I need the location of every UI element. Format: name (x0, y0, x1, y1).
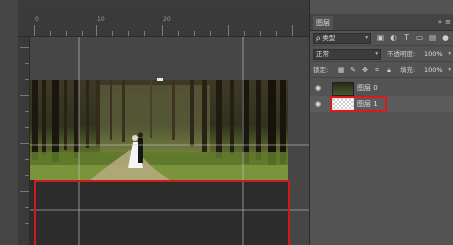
layer-filter-row: ρ 类型 ▾ ▣ ◐ T ▭ ▤ ● (310, 31, 453, 46)
fill-label: 填充: (400, 66, 416, 74)
transform-handle[interactable] (157, 78, 163, 81)
selection-highlight (34, 180, 290, 245)
blend-mode-label: 正常 (316, 50, 329, 58)
panel-menu-icon[interactable]: ≡ (445, 16, 451, 28)
blend-mode-select[interactable]: 正常 ▾ (313, 49, 381, 60)
visibility-eye-icon[interactable]: ◉ (315, 84, 321, 92)
canvas-area[interactable]: 0 10 20 (0, 0, 309, 245)
panel-tab-bar: 图层 » ≡ (310, 14, 453, 31)
filter-toggle-icon[interactable]: ● (441, 33, 450, 43)
layers-panel: 图层 » ≡ ρ 类型 ▾ ▣ ◐ T ▭ ▤ ● 正常 ▾ 不透明度: 100… (309, 0, 453, 245)
chevron-down-icon: ▾ (375, 51, 378, 57)
lock-row: 锁定: ▦ ✎ ✥ ⌗ 🔒︎ 填充: 100% ▾ (310, 63, 453, 78)
layer-row[interactable]: ◉ 图层 0 (310, 80, 453, 96)
lock-all-icon[interactable]: 🔒︎ (385, 66, 393, 74)
type-icon[interactable]: T (402, 33, 411, 43)
layer-selection-highlight (330, 96, 387, 112)
smart-object-icon[interactable]: ▤ (428, 33, 437, 43)
chevron-down-icon[interactable]: ▾ (448, 51, 451, 57)
collapse-icon[interactable]: » (438, 16, 442, 28)
fill-value[interactable]: 100% (424, 65, 443, 76)
image-icon[interactable]: ▣ (376, 33, 385, 43)
blend-row: 正常 ▾ 不透明度: 100% ▾ (310, 47, 453, 62)
lock-position-icon[interactable]: ✥ (361, 66, 369, 74)
layer-row[interactable]: ◉ 图层 1 (310, 96, 453, 112)
layer-name[interactable]: 图层 0 (357, 83, 378, 93)
lock-transparent-icon[interactable]: ▦ (337, 66, 345, 74)
lock-paint-icon[interactable]: ✎ (349, 66, 357, 74)
chevron-down-icon[interactable]: ▾ (448, 67, 451, 73)
filter-kind-label: ρ 类型 (316, 34, 336, 42)
opacity-value[interactable]: 100% (424, 49, 443, 60)
visibility-eye-icon[interactable]: ◉ (315, 100, 321, 108)
filter-kind-select[interactable]: ρ 类型 ▾ (313, 33, 371, 44)
adjustment-icon[interactable]: ◐ (389, 33, 398, 43)
layers-list: ◉ 图层 0 ◉ 图层 1 (310, 79, 453, 245)
opacity-label: 不透明度: (387, 50, 416, 58)
shape-icon[interactable]: ▭ (415, 33, 424, 43)
lock-artboard-icon[interactable]: ⌗ (373, 66, 381, 74)
lock-label: 锁定: (313, 66, 329, 74)
chevron-down-icon: ▾ (365, 35, 368, 41)
layer-thumbnail (332, 82, 354, 96)
tab-layers[interactable]: 图层 (313, 16, 333, 30)
